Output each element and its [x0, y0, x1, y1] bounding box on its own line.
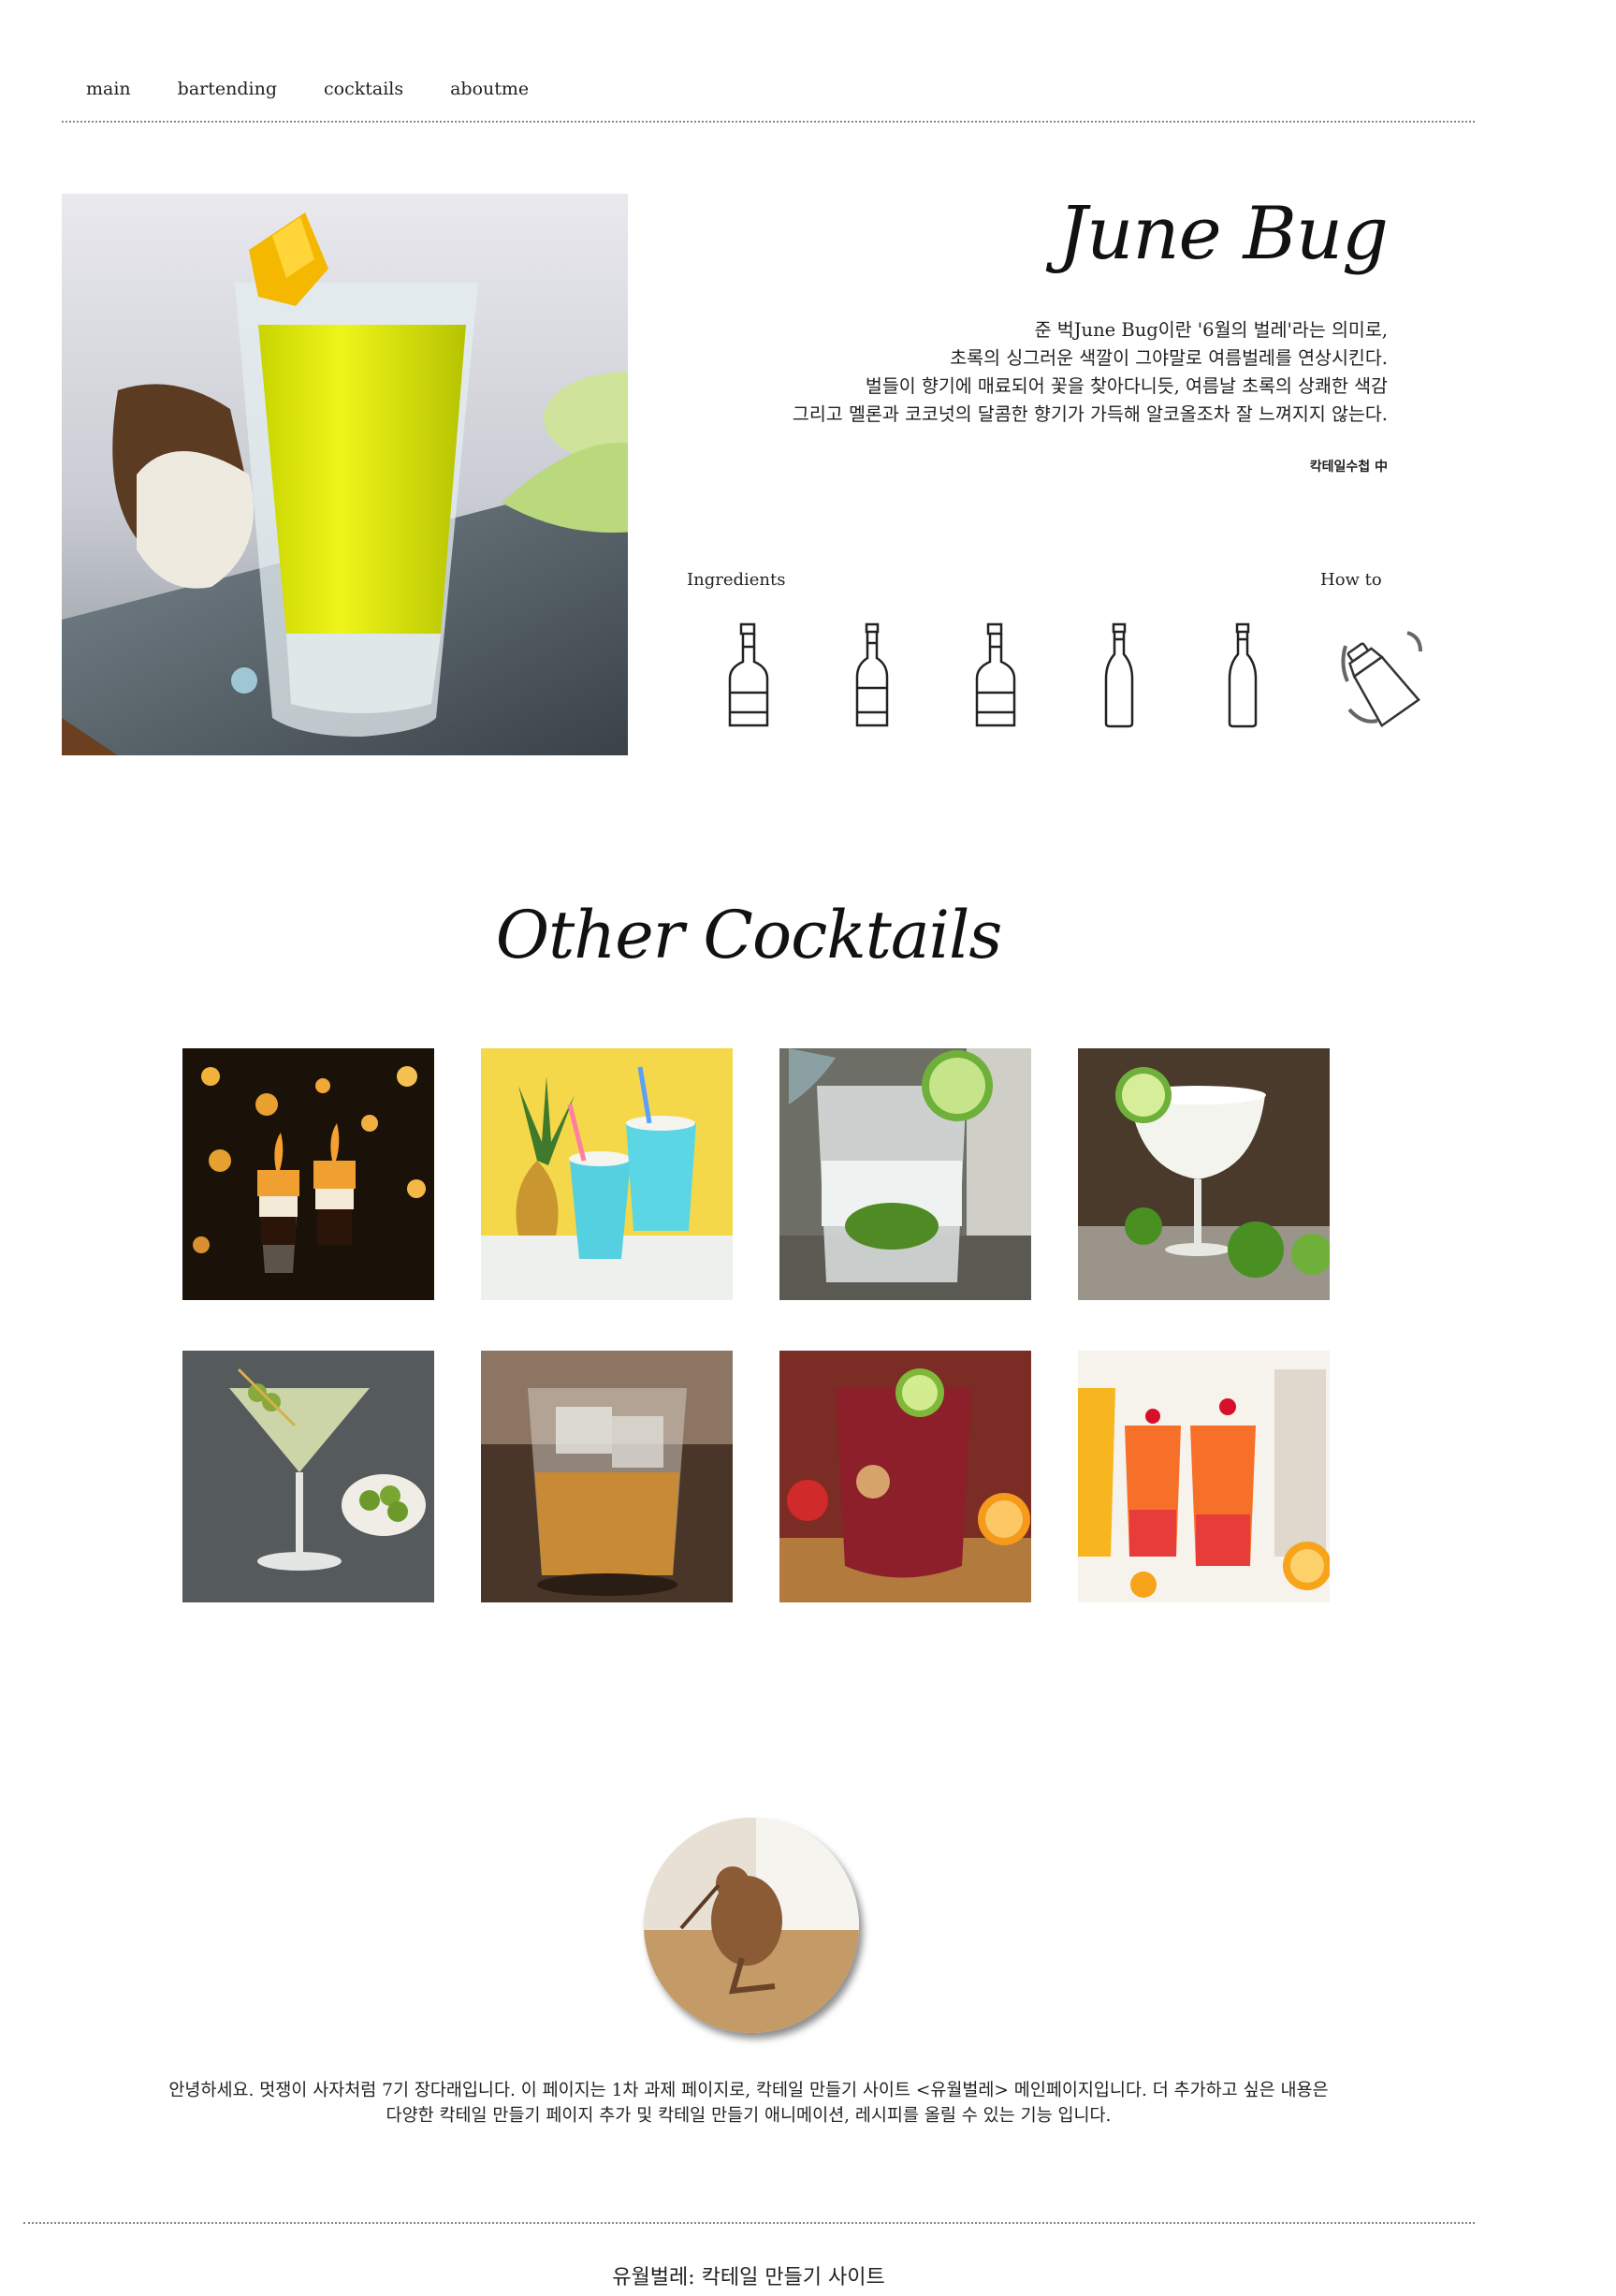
description-source: 칵테일수첩 中	[1309, 460, 1388, 475]
shaker-icon[interactable]	[1340, 627, 1424, 730]
description-line: 벌들이 향기에 매료되어 꽃을 찾아다니듯, 여름날 초록의 상쾌한 색감	[865, 375, 1388, 397]
cocktail-thumbnail-caipirinha[interactable]	[779, 1048, 1031, 1300]
cognac-bottle-icon[interactable]	[971, 622, 1020, 730]
cocktail-title: June Bug	[1057, 192, 1389, 276]
cocktail-thumbnail-tequila-sunrise[interactable]	[1078, 1351, 1330, 1602]
howto-label: How to	[1320, 570, 1382, 590]
cocktail-thumbnail-blue-hawaiian[interactable]	[481, 1048, 733, 1300]
wine-bottle-icon[interactable]	[848, 622, 896, 730]
other-cocktails-title: Other Cocktails	[495, 897, 1003, 973]
cognac-bottle-icon[interactable]	[724, 622, 773, 730]
cocktail-thumbnail-sangria[interactable]	[779, 1351, 1031, 1602]
footer-divider	[23, 2222, 1475, 2224]
ingredients-label: Ingredients	[687, 570, 786, 590]
cocktail-thumbnail-margarita[interactable]	[1078, 1048, 1330, 1300]
nav-divider	[62, 121, 1475, 123]
footer-text: 유월벌레: 칵테일 만들기 사이트	[612, 2266, 885, 2289]
cocktail-description: 준 벅June Bug이란 '6월의 벌레'라는 의미로, 초록의 싱그러운 색…	[677, 316, 1388, 429]
nav-aboutme[interactable]: aboutme	[450, 73, 529, 105]
nav-bartending[interactable]: bartending	[178, 73, 277, 105]
description-line: 초록의 싱그러운 색깔이 그야말로 여름벌레를 연상시킨다.	[950, 347, 1388, 369]
cocktail-thumbnail-b52[interactable]	[182, 1048, 434, 1300]
nav-main[interactable]: main	[86, 73, 131, 105]
top-nav: main bartending cocktails aboutme	[62, 73, 575, 105]
nav-cocktails[interactable]: cocktails	[324, 73, 403, 105]
cocktail-thumbnail-martini[interactable]	[182, 1351, 434, 1602]
author-avatar	[644, 1818, 859, 2033]
cocktail-thumbnail-whiskey[interactable]	[481, 1351, 733, 1602]
slim-bottle-icon[interactable]	[1218, 622, 1267, 730]
description-line: 준 벅June Bug이란 '6월의 벌레'라는 의미로,	[1034, 319, 1388, 341]
description-line: 그리고 멜론과 코코넛의 달콤한 향기가 가득해 알코올조차 잘 느껴지지 않는…	[792, 403, 1388, 425]
slim-bottle-icon[interactable]	[1095, 622, 1143, 730]
june-bug-photo	[62, 194, 628, 755]
about-text: 안녕하세요. 멋쟁이 사자처럼 7기 장다래입니다. 이 페이지는 1차 과제 …	[168, 2081, 1329, 2126]
